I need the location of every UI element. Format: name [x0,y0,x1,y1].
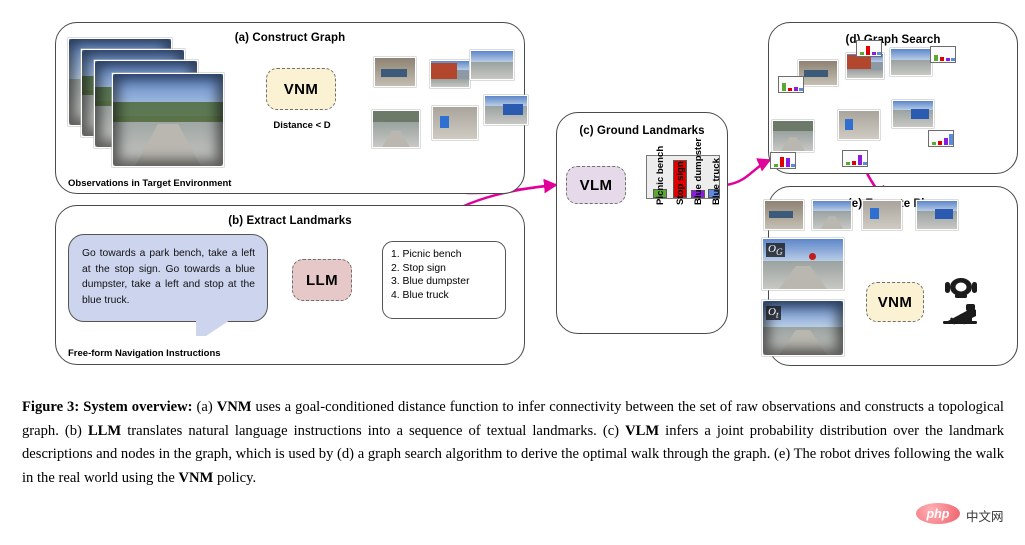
graph-node-image[interactable] [372,110,420,148]
landmark-list: 1. Picnic bench 2. Stop sign 3. Blue dum… [382,241,506,319]
node-probability-thumbnail [856,40,882,57]
vnm-block-construct[interactable]: VNM [266,68,336,110]
waypoint-image[interactable] [916,200,958,230]
watermark-php-badge: php [916,503,960,524]
caption-bold-vlm: VLM [625,422,660,439]
caption-text-5: policy. [213,469,257,486]
current-obs-subscript: t [775,310,779,321]
waypoint-image[interactable] [764,200,804,230]
graph-node-image[interactable] [470,50,514,80]
node-probability-thumbnail [930,46,956,63]
goal-obs-subscript: G [775,247,783,258]
graph-node-image[interactable] [838,110,880,140]
watermark-site-text: 中文网 [966,510,1004,524]
figure-diagram: (a) Construct Graph VNM Distance < D Obs… [0,0,1025,390]
waypoint-image[interactable] [812,200,852,230]
observation-image [112,73,224,167]
graph-node-image[interactable] [430,60,470,88]
caption-bold-vnm-2: VNM [178,469,214,486]
llm-block[interactable]: LLM [292,259,352,301]
graph-node-image[interactable] [432,106,478,140]
landmark-item: 2. Stop sign [391,262,446,274]
caption-text-3: translates natural language instructions… [121,422,626,439]
wheeled-robot-icon [945,278,977,298]
vnm-block-execute[interactable]: VNM [866,282,924,322]
instruction-speech-bubble: Go towards a park bench, take a left at … [68,234,268,322]
panel-b-title: (b) Extract Landmarks [228,215,352,227]
graph-node-image[interactable] [890,48,932,76]
caption-figure-label: Figure 3: [22,399,80,415]
panel-a-footer: Observations in Target Environment [68,178,232,189]
graph-node-image[interactable] [484,95,528,125]
chart-x-tick-label: Picnic bench [655,145,666,205]
figure-caption: Figure 3: System overview: (a) VNM uses … [22,396,1004,490]
current-observation-label: Ot [766,306,781,321]
chart-x-tick-label: Blue dumpster [693,137,704,205]
chart-x-tick-label: Blue truck [711,158,722,205]
chart-x-tick-label: Stop sign [675,161,686,205]
vnm-block-label: VNM [877,293,913,311]
panel-c-title: (c) Ground Landmarks [579,125,705,137]
panel-d-title: (d) Graph Search [845,34,941,46]
node-probability-thumbnail [928,130,954,147]
instruction-text: Go towards a park bench, take a left at … [82,248,255,306]
vlm-block[interactable]: VLM [566,166,626,204]
landmark-item: 3. Blue dumpster [391,276,470,288]
vlm-block-label: VLM [579,176,613,194]
llm-block-label: LLM [305,271,339,289]
landmark-item: 4. Blue truck [391,289,449,301]
caption-bold-llm: LLM [87,422,122,439]
goal-obs-symbol: O [768,243,776,255]
distance-threshold-label: Distance < D [273,120,331,131]
graph-node-image[interactable] [798,60,838,86]
watermark: php 中文网 [916,503,1008,525]
caption-bold-vnm: VNM [216,399,252,415]
node-probability-thumbnail [778,76,804,93]
waypoint-image[interactable] [862,200,902,230]
current-obs-symbol: O [768,306,776,318]
graph-node-image[interactable] [374,57,416,87]
vnm-block-label: VNM [283,80,319,98]
goal-observation-label: OG [766,243,785,258]
caption-text-1: (a) [192,399,217,415]
graph-node-image[interactable] [892,100,934,128]
landmark-item: 1. Picnic bench [391,249,462,260]
legged-robot-icon [943,304,977,325]
node-probability-thumbnail [842,150,868,167]
panel-b-footer: Free-form Navigation Instructions [68,348,221,359]
graph-node-image[interactable] [772,120,814,152]
caption-lead: System overview: [83,399,193,415]
node-probability-thumbnail [770,152,796,169]
speech-bubble-tail [196,320,230,336]
